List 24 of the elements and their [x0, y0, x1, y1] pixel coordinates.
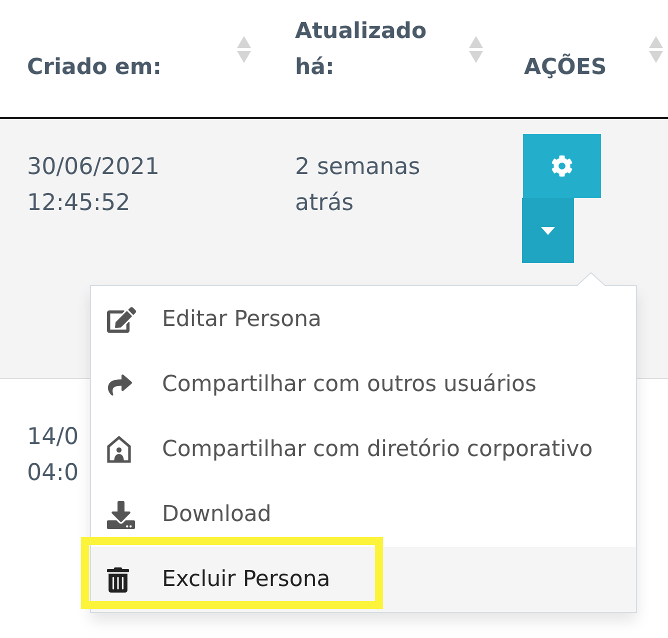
- menu-item[interactable]: Compartilhar com diretório corporativo: [91, 417, 636, 482]
- settings-button[interactable]: [523, 134, 601, 198]
- column-header: Atualizado há:: [295, 18, 428, 82]
- download-icon: [107, 500, 135, 528]
- column-header: Criado em:: [27, 54, 162, 82]
- sort-icon[interactable]: [237, 36, 251, 63]
- trash-icon: [107, 566, 129, 592]
- time-text: 04:0: [27, 459, 79, 488]
- date-text: 14/0: [27, 423, 79, 452]
- menu-item[interactable]: Download: [91, 482, 636, 547]
- sort-icon[interactable]: [469, 36, 483, 63]
- caret-icon: [541, 226, 555, 234]
- date-text: 30/06/2021: [27, 153, 160, 182]
- column-header: AÇÕES: [524, 52, 607, 82]
- updated-text: 2 semanas atrás: [295, 153, 422, 218]
- house-user-icon: [107, 436, 131, 463]
- time-text: 12:45:52: [27, 189, 130, 218]
- share-icon: [107, 372, 133, 396]
- sort-icon[interactable]: [649, 36, 663, 63]
- edit-icon: [107, 306, 136, 332]
- menu-item[interactable]: Compartilhar com outros usuários: [91, 352, 636, 417]
- menu-item[interactable]: Editar Persona: [91, 287, 636, 352]
- settings-icon: [551, 155, 573, 177]
- menu-item[interactable]: Excluir Persona: [91, 547, 636, 612]
